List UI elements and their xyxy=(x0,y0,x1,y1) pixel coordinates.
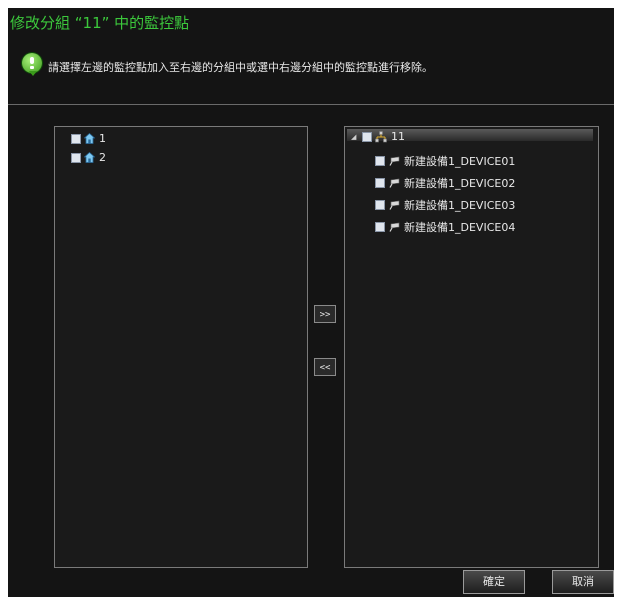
group-members-tree[interactable]: ◢ 11 新建設備1_DEVICE01 新建設備1_DEVICE02 新建設備1… xyxy=(344,126,599,568)
camera-icon xyxy=(388,178,400,188)
available-points-tree[interactable]: 1 2 xyxy=(54,126,308,568)
camera-icon xyxy=(388,200,400,210)
checkbox[interactable] xyxy=(71,133,81,144)
checkbox[interactable] xyxy=(362,131,372,142)
tree-item[interactable]: 新建設備1_DEVICE01 xyxy=(375,153,515,169)
cancel-button[interactable]: 取消 xyxy=(552,570,614,594)
ok-button[interactable]: 確定 xyxy=(463,570,525,594)
tree-item-label: 11 xyxy=(391,130,405,143)
hint-bubble-icon xyxy=(22,53,42,73)
tree-item-label: 新建設備1_DEVICE02 xyxy=(404,177,516,190)
dialog-title: 修改分組 “11” 中的監控點 xyxy=(10,14,190,32)
house-icon xyxy=(84,152,95,163)
tree-item[interactable]: 新建設備1_DEVICE04 xyxy=(375,219,515,235)
tree-item-label: 新建設備1_DEVICE01 xyxy=(404,155,516,168)
collapse-arrow-icon[interactable]: ◢ xyxy=(351,133,359,141)
tree-item[interactable]: 新建設備1_DEVICE02 xyxy=(375,175,515,191)
network-icon xyxy=(375,130,387,143)
tree-item-label: 新建設備1_DEVICE03 xyxy=(404,199,516,212)
tree-item-label: 新建設備1_DEVICE04 xyxy=(404,221,516,234)
divider xyxy=(8,104,614,105)
tree-item[interactable]: 2 xyxy=(71,151,106,164)
tree-item-label: 2 xyxy=(99,151,106,164)
add-button[interactable]: >> xyxy=(314,305,336,323)
remove-button[interactable]: << xyxy=(314,358,336,376)
checkbox[interactable] xyxy=(375,156,385,166)
modify-group-dialog: 修改分組 “11” 中的監控點 請選擇左邊的監控點加入至右邊的分組中或選中右邊分… xyxy=(8,8,614,597)
checkbox[interactable] xyxy=(375,222,385,232)
checkbox[interactable] xyxy=(375,178,385,188)
camera-icon xyxy=(388,156,400,166)
hint-text: 請選擇左邊的監控點加入至右邊的分組中或選中右邊分組中的監控點進行移除。 xyxy=(48,61,433,74)
tree-item[interactable]: 1 xyxy=(71,132,106,145)
tree-root-item[interactable]: ◢ 11 xyxy=(351,130,405,143)
tree-item-label: 1 xyxy=(99,132,106,145)
checkbox[interactable] xyxy=(375,200,385,210)
hint-bubble-tail xyxy=(29,71,37,76)
checkbox[interactable] xyxy=(71,152,81,163)
camera-icon xyxy=(388,222,400,232)
house-icon xyxy=(84,133,95,144)
tree-item[interactable]: 新建設備1_DEVICE03 xyxy=(375,197,515,213)
